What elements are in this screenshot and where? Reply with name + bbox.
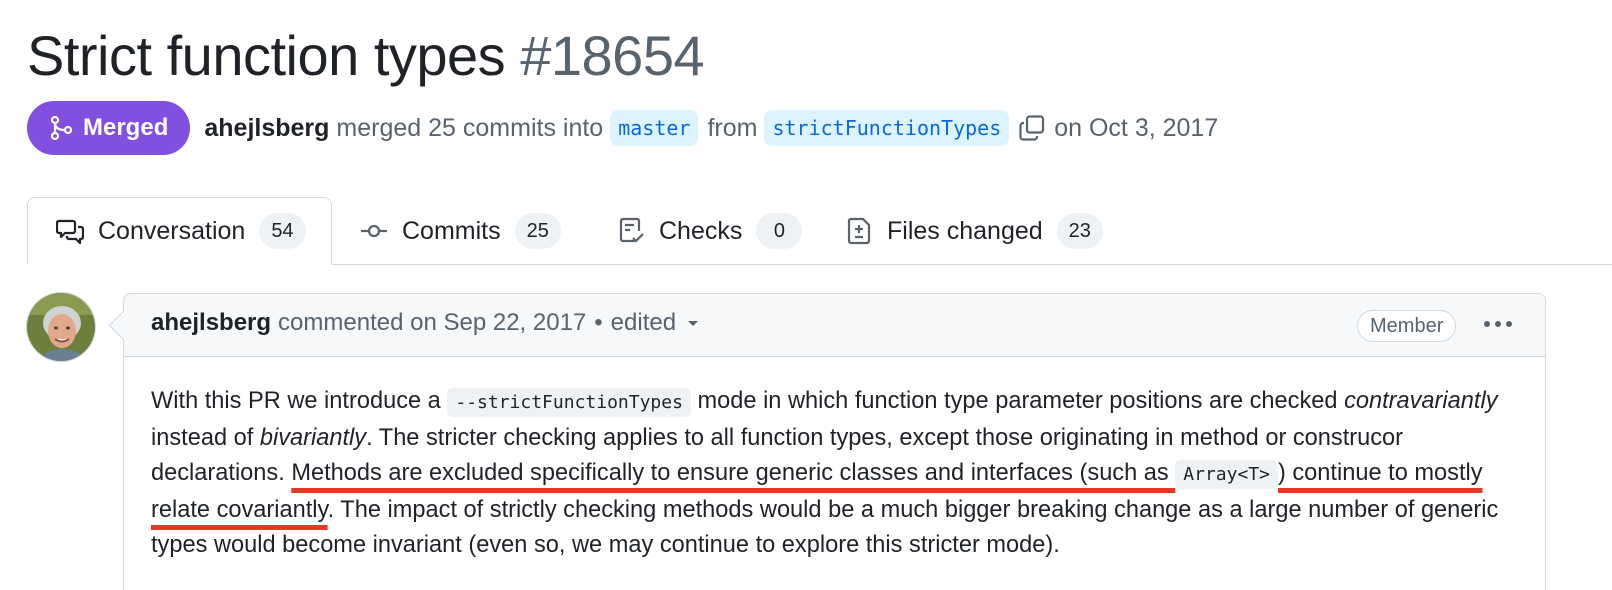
tab-commits[interactable]: Commits 25	[360, 197, 561, 265]
comment-header: ahejlsberg commented on Sep 22, 2017 • e…	[124, 294, 1545, 357]
base-branch-link[interactable]: master	[610, 110, 699, 146]
file-diff-icon	[847, 217, 873, 245]
pr-title-text: Strict function types	[27, 24, 506, 87]
tab-commits-label: Commits	[402, 216, 501, 245]
pr-tabs: Conversation 54 Commits 25 Checks 0 File…	[0, 197, 1612, 265]
tab-commits-count: 25	[514, 213, 561, 249]
tab-conversation-label: Conversation	[98, 216, 246, 245]
contravariantly-emphasis: contravariantly	[1344, 388, 1498, 414]
pr-meta: Merged ahejlsberg merged 25 commits into…	[27, 101, 1218, 155]
pr-number: #18654	[520, 24, 705, 87]
role-badge: Member	[1357, 310, 1457, 342]
merged-state-label: Merged	[83, 114, 169, 141]
merged-state-badge: Merged	[27, 101, 191, 155]
comment-discussion-icon	[56, 218, 84, 244]
page-title: Strict function types #18654	[27, 20, 705, 92]
git-merge-icon	[49, 115, 73, 141]
pr-author-link[interactable]: ahejlsberg	[204, 114, 329, 143]
comment-body: With this PR we introduce a --strictFunc…	[151, 384, 1521, 564]
body-text-3: instead of	[151, 424, 260, 451]
tab-conversation-count: 54	[259, 213, 306, 249]
comment-paragraph: With this PR we introduce a --strictFunc…	[151, 384, 1521, 564]
tab-checks-label: Checks	[659, 216, 743, 245]
kebab-menu-icon[interactable]	[1480, 308, 1516, 340]
pull-request-page: Strict function types #18654 Merged ahej…	[0, 0, 1612, 590]
head-branch-link[interactable]: strictFunctionTypes	[764, 110, 1010, 146]
merged-commits-text: merged 25 commits into	[336, 113, 604, 142]
body-text-5: . The impact of strictly checking method…	[151, 496, 1499, 559]
tab-conversation[interactable]: Conversation 54	[27, 197, 332, 265]
edited-dropdown[interactable]: edited	[611, 309, 700, 337]
tab-files-changed-label: Files changed	[887, 216, 1043, 245]
array-type-code: Array<T>	[1175, 460, 1278, 489]
meta-separator: •	[594, 309, 603, 336]
git-commit-icon	[360, 221, 388, 241]
body-text-2: mode in which function type parameter po…	[690, 388, 1345, 414]
tab-checks[interactable]: Checks 0	[619, 197, 803, 265]
merged-date: on Oct 3, 2017	[1054, 113, 1219, 142]
comment-timestamp[interactable]: commented on Sep 22, 2017	[278, 309, 586, 337]
from-text: from	[707, 113, 758, 142]
tab-checks-count: 0	[756, 213, 803, 249]
tab-files-changed[interactable]: Files changed 23	[847, 197, 1103, 265]
comment-author-link[interactable]: ahejlsberg	[151, 309, 271, 337]
checklist-icon	[619, 217, 645, 245]
pr-description-comment: ahejlsberg commented on Sep 22, 2017 • e…	[123, 293, 1546, 590]
comment-meta: ahejlsberg commented on Sep 22, 2017 • e…	[151, 309, 700, 337]
edited-label: edited	[610, 309, 677, 336]
avatar[interactable]	[26, 292, 96, 362]
body-text-1: With this PR we introduce a	[151, 388, 448, 414]
strict-function-types-code: --strictFunctionTypes	[447, 388, 691, 417]
bivariantly-emphasis: bivariantly	[259, 424, 367, 451]
chevron-down-icon	[686, 318, 700, 328]
copy-icon[interactable]	[1018, 114, 1046, 142]
highlighted-text-1: Methods are excluded specifically to ens…	[291, 460, 1176, 486]
tab-files-changed-count: 23	[1056, 213, 1103, 249]
